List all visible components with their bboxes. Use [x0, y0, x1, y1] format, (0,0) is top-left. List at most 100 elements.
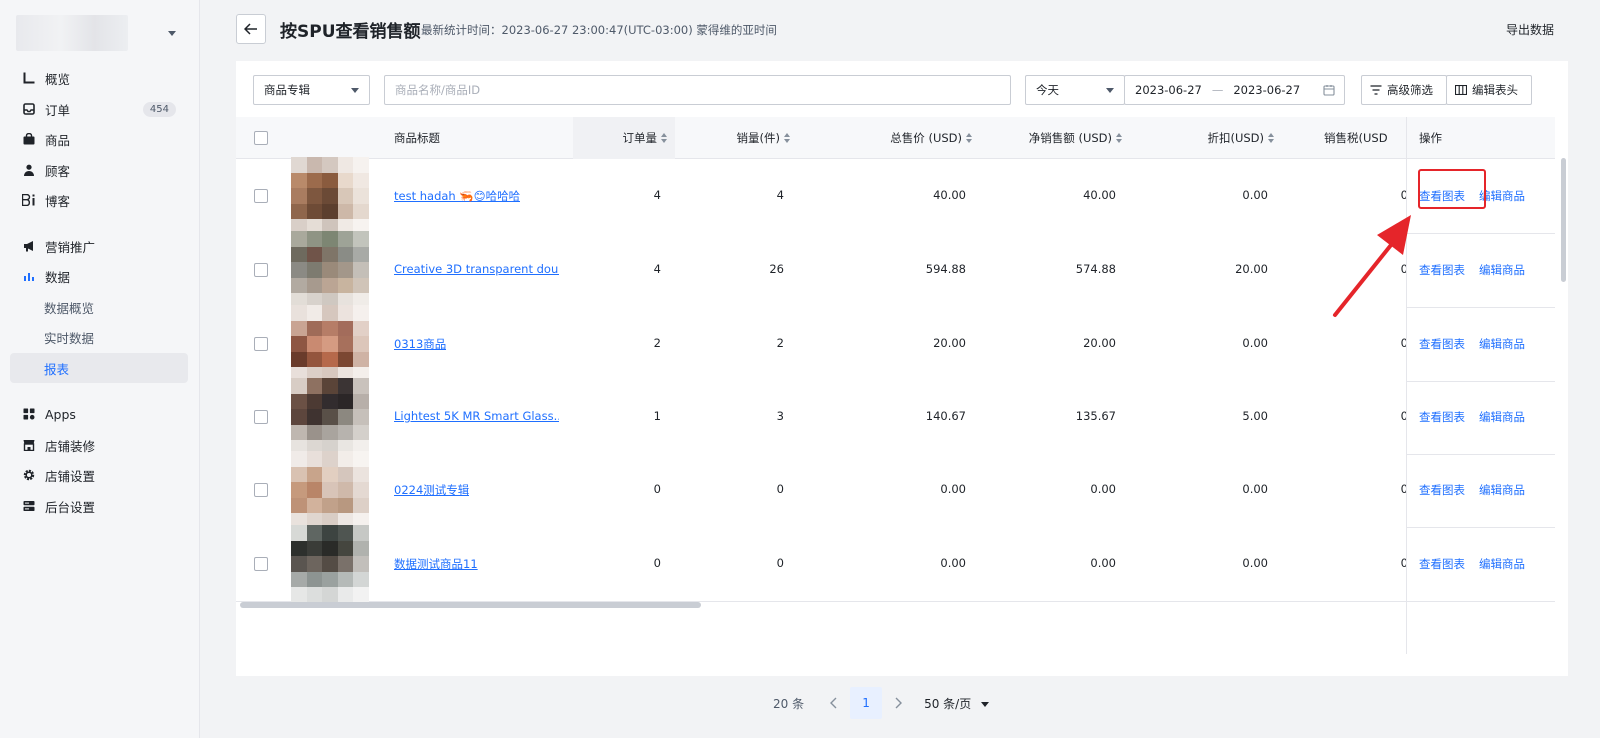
vertical-scrollbar[interactable]	[1561, 158, 1566, 282]
product-title-link[interactable]: test hadah 🦐😊哈哈哈	[394, 188, 520, 204]
product-thumbnail	[291, 157, 369, 235]
product-title-link[interactable]: 数据测试商品11	[394, 556, 478, 572]
thumbnail-pixel	[322, 246, 338, 263]
col-net[interactable]: 净销售额 (USD)	[980, 117, 1130, 159]
view-chart-link[interactable]: 查看图表	[1419, 482, 1465, 498]
thumbnail-pixel	[337, 424, 354, 441]
sidebar-item-customers[interactable]: 顾客	[10, 155, 188, 185]
col-discount[interactable]: 折扣(USD)	[1130, 117, 1282, 159]
thumbnail-pixel	[353, 497, 369, 514]
product-title-link[interactable]: 0313商品	[394, 336, 446, 352]
back-button[interactable]	[236, 14, 266, 44]
cell-tax: 0	[1400, 409, 1408, 423]
product-title-link[interactable]: Creative 3D transparent dou...	[394, 262, 559, 276]
sidebar-item-label: 报表	[44, 361, 70, 377]
cell-sales-qty: 0	[776, 482, 784, 496]
col-gross[interactable]: 总售价 (USD)	[808, 117, 980, 159]
last-stat-time: 最新统计时间：2023-06-27 23:00:47(UTC-03:00) 蒙得…	[421, 23, 777, 37]
thumbnail-pixel	[291, 571, 307, 588]
col-sales-qty[interactable]: 销量(件)	[678, 117, 798, 159]
sidebar-item-label: 数据概览	[44, 300, 95, 316]
product-thumbnail	[291, 451, 369, 529]
sidebar-item-products[interactable]: 商品	[10, 124, 188, 154]
thumbnail-pixel	[291, 172, 307, 189]
sort-icon	[1268, 132, 1274, 143]
next-page-icon[interactable]	[894, 697, 903, 709]
period-select[interactable]: 今天	[1025, 75, 1125, 105]
cell-gross: 140.67	[925, 409, 966, 423]
thumbnail-pixel	[291, 351, 307, 368]
edit-product-link[interactable]: 编辑商品	[1479, 482, 1525, 498]
collection-select[interactable]: 商品专辑	[253, 75, 370, 105]
view-chart-link[interactable]: 查看图表	[1419, 336, 1465, 352]
thumbnail-pixel	[306, 571, 323, 588]
thumbnail-pixel	[291, 409, 307, 425]
cell-sales-qty: 3	[776, 409, 784, 423]
search-input[interactable]: 商品名称/商品ID	[384, 75, 1011, 105]
row-checkbox[interactable]	[254, 557, 268, 571]
cell-net: 20.00	[1083, 336, 1116, 350]
cell-sales-qty: 2	[776, 336, 784, 350]
columns-icon	[1455, 85, 1467, 95]
horizontal-scrollbar[interactable]	[240, 602, 701, 608]
store-switcher[interactable]	[16, 14, 184, 52]
thumbnail-pixel	[306, 393, 323, 410]
edit-product-link[interactable]: 编辑商品	[1479, 556, 1525, 572]
sidebar-item-reports[interactable]: 报表	[10, 353, 188, 383]
cell-gross: 594.88	[925, 262, 966, 276]
thumbnail-pixel	[291, 424, 307, 441]
thumbnail-pixel	[337, 556, 354, 572]
thumbnail-pixel	[291, 497, 307, 514]
cell-discount: 0.00	[1242, 188, 1268, 202]
edit-product-link[interactable]: 编辑商品	[1479, 336, 1525, 352]
advanced-filter-button[interactable]: 高级筛选	[1361, 75, 1447, 105]
edit-product-link[interactable]: 编辑商品	[1479, 262, 1525, 278]
sidebar-item-realtime-data[interactable]: 实时数据	[10, 322, 188, 352]
product-title-link[interactable]: Lightest 5K MR Smart Glass...	[394, 409, 559, 423]
sidebar-item-apps[interactable]: Apps	[10, 399, 188, 429]
thumbnail-pixel	[337, 231, 354, 247]
cell-orders: 4	[653, 188, 661, 202]
thumbnail-pixel	[322, 409, 338, 425]
page-size-select[interactable]: 50 条/页	[924, 695, 990, 712]
prev-page-icon[interactable]	[830, 697, 838, 709]
sidebar-item-marketing[interactable]: 营销推广	[10, 231, 188, 261]
view-chart-link[interactable]: 查看图表	[1419, 556, 1465, 572]
cell-gross: 40.00	[933, 188, 966, 202]
product-title-link[interactable]: 0224测试专辑	[394, 482, 469, 498]
sidebar-item-orders[interactable]: 订单 454	[10, 94, 188, 124]
page-1-button[interactable]: 1	[850, 687, 883, 719]
sidebar-item-store-settings[interactable]: 店铺设置	[10, 460, 188, 490]
row-checkbox[interactable]	[254, 189, 268, 203]
col-orders[interactable]: 订单量	[573, 117, 675, 159]
row-checkbox[interactable]	[254, 410, 268, 424]
thumbnail-pixel	[291, 246, 307, 263]
sidebar-item-data[interactable]: 数据	[10, 261, 188, 291]
apps-icon	[22, 408, 35, 421]
thumbnail-pixel	[291, 188, 307, 204]
sidebar-item-blog[interactable]: 博客	[10, 185, 188, 215]
row-checkbox[interactable]	[254, 337, 268, 351]
sidebar-item-label: 数据	[45, 269, 71, 285]
thumbnail-pixel	[322, 336, 338, 352]
edit-product-link[interactable]: 编辑商品	[1479, 409, 1525, 425]
thumbnail-pixel	[337, 466, 354, 483]
row-checkbox[interactable]	[254, 263, 268, 277]
thumbnail-pixel	[306, 451, 323, 467]
sidebar-item-data-overview[interactable]: 数据概览	[10, 292, 188, 322]
sidebar-item-admin-settings[interactable]: 后台设置	[10, 491, 188, 521]
cell-discount: 0.00	[1242, 336, 1268, 350]
export-data-button[interactable]: 导出数据	[1506, 21, 1554, 38]
sidebar-item-overview[interactable]: 概览	[10, 63, 188, 93]
pagination: 20 条 1 50 条/页	[773, 687, 990, 719]
sidebar-item-store-design[interactable]: 店铺装修	[10, 430, 188, 460]
view-chart-link[interactable]: 查看图表	[1419, 262, 1465, 278]
date-range-picker[interactable]: 2023-06-27 — 2023-06-27	[1124, 75, 1345, 105]
thumbnail-pixel	[337, 587, 354, 603]
edit-columns-button[interactable]: 编辑表头	[1446, 75, 1532, 105]
view-chart-link[interactable]: 查看图表	[1419, 409, 1465, 425]
row-checkbox[interactable]	[254, 483, 268, 497]
product-thumbnail	[291, 305, 369, 383]
select-all-checkbox[interactable]	[254, 131, 268, 145]
thumbnail-pixel	[337, 393, 354, 410]
